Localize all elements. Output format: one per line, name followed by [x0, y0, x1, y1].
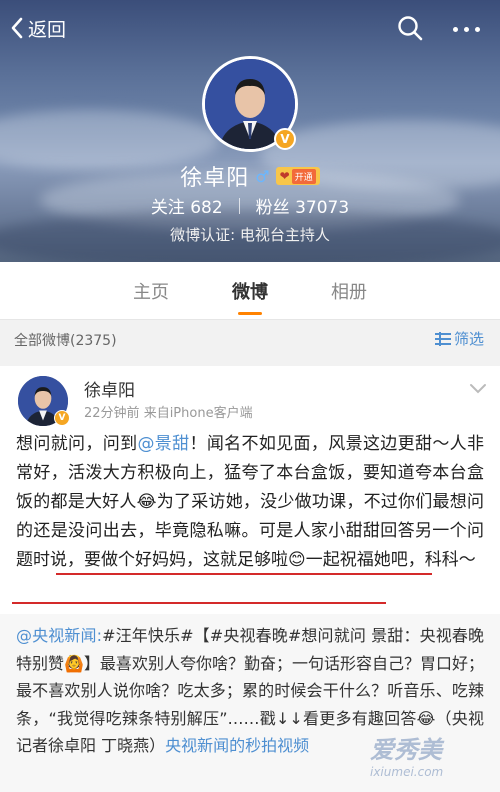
post-text: 想问就问，问到@景甜！闻名不如见面，风景这边更甜～人非常好，活泼大方积极向上，猛… [16, 430, 484, 575]
chevron-down-icon[interactable] [468, 382, 488, 396]
active-tab-indicator [238, 312, 262, 315]
vip-open-label: 开通 [291, 168, 316, 184]
profile-avatar[interactable]: V [202, 56, 298, 152]
profile-tabs: 主页 微博 相册 [0, 262, 500, 320]
video-link[interactable]: 央视新闻的秒拍视频 [165, 736, 309, 755]
post-author-name[interactable]: 徐卓阳 [84, 376, 135, 401]
highlight-underline [56, 573, 432, 575]
divider [238, 197, 240, 214]
back-label: 返回 [28, 18, 67, 41]
search-button[interactable] [396, 14, 426, 44]
heart-icon: ❤ [279, 169, 290, 183]
follow-label: 关注 [150, 198, 185, 218]
more-dot-icon [452, 26, 458, 32]
male-icon: ♂ [255, 166, 270, 186]
profile-cover: 返回 V 徐卓阳 ♂ ❤ 开通 关注 682 粉丝 37073 微博认证: 电视… [0, 0, 500, 262]
watermark-text: 爱秀美 [370, 736, 442, 764]
section-gap [0, 356, 500, 366]
back-button[interactable]: 返回 [10, 12, 66, 44]
fans-count: 37073 [295, 198, 350, 218]
tab-home[interactable]: 主页 [133, 278, 169, 304]
post-text-intro: 想问就问，问到 [16, 434, 138, 454]
weibo-post: V 徐卓阳 22分钟前 来自iPhone客户端 想问就问，问到@景甜！闻名不如见… [0, 366, 500, 792]
post-meta: 22分钟前 来自iPhone客户端 [84, 402, 253, 421]
post-source: 来自iPhone客户端 [143, 406, 253, 421]
chevron-left-icon [11, 17, 23, 39]
tab-weibo[interactable]: 微博 [232, 278, 268, 304]
more-options-button[interactable] [446, 14, 486, 44]
profile-stats: 关注 682 粉丝 37073 [0, 193, 500, 218]
repost-mention-link[interactable]: @央视新闻: [16, 626, 102, 645]
tab-album[interactable]: 相册 [331, 278, 367, 304]
more-dot-icon [474, 26, 480, 32]
fans-label: 粉丝 [255, 198, 290, 218]
post-time: 22分钟前 [84, 406, 140, 421]
filter-label: 筛选 [454, 330, 485, 348]
top-bar: 返回 [0, 0, 500, 56]
profile-name: 徐卓阳 [180, 166, 250, 191]
more-dot-icon [463, 26, 469, 32]
filter-bar: 全部微博(2375) 筛选 [0, 320, 500, 356]
watermark-sub: ixiumei.com [370, 765, 444, 779]
post-count: 全部微博(2375) [14, 333, 117, 349]
follow-stat[interactable]: 关注 682 [151, 193, 223, 218]
post-text-main: ！闻名不如见面，风景这边更甜～人非常好，活泼大方积极向上，猛夸了本台盒饭，要知道… [16, 434, 485, 570]
site-watermark: 爱秀美 ixiumei.com [370, 730, 443, 779]
vip-badge[interactable]: ❤ 开通 [275, 167, 320, 185]
verified-badge-icon: V [274, 128, 296, 150]
verification-text: 微博认证: 电视台主持人 [170, 226, 330, 244]
filter-icon [435, 331, 451, 346]
highlight-underline [12, 602, 386, 604]
verified-badge-icon: V [54, 410, 70, 426]
fans-stat[interactable]: 粉丝 37073 [256, 193, 350, 218]
filter-button[interactable]: 筛选 [434, 328, 484, 349]
search-icon [398, 16, 423, 41]
mention-link[interactable]: @景甜 [137, 434, 189, 454]
follow-count: 682 [190, 198, 223, 218]
